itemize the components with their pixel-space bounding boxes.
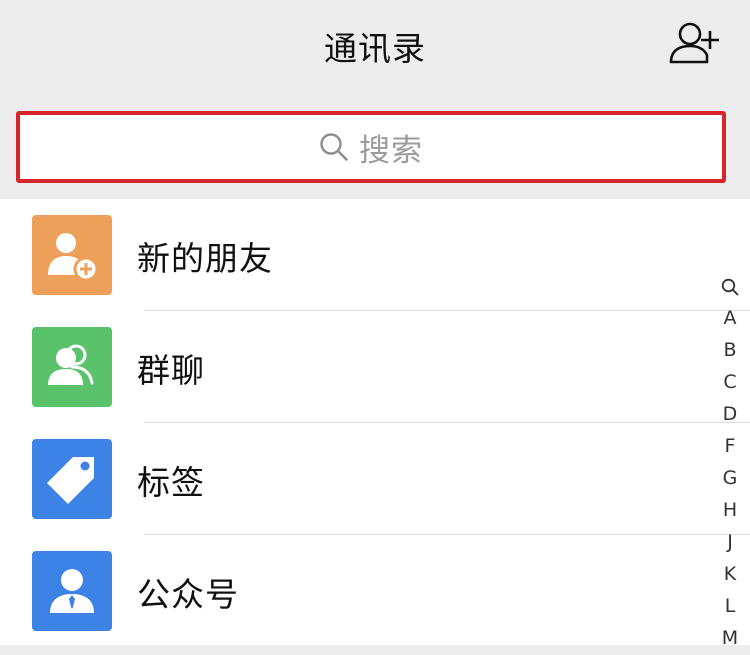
list-item-label: 新的朋友 xyxy=(137,239,273,278)
list-item-official-accounts[interactable]: 公众号 xyxy=(0,535,750,647)
index-letter[interactable]: B xyxy=(712,334,748,366)
index-letter[interactable]: G xyxy=(712,462,748,494)
search-icon xyxy=(721,278,739,295)
alphabet-index-bar[interactable]: A B C D F G H J K L M xyxy=(712,270,748,654)
search-placeholder: 搜索 xyxy=(359,132,423,169)
add-contact-button[interactable] xyxy=(668,20,720,68)
list-item-tags[interactable]: 标签 xyxy=(0,423,750,535)
tag-icon xyxy=(32,439,112,519)
search-bar[interactable]: 搜索 xyxy=(16,111,726,183)
index-letter[interactable]: F xyxy=(712,430,748,462)
list-item-new-friends[interactable]: 新的朋友 xyxy=(0,199,750,311)
group-chat-icon xyxy=(32,327,112,407)
list-item-label: 群聊 xyxy=(137,351,205,390)
list-item-label: 公众号 xyxy=(137,575,239,614)
index-letter[interactable]: A xyxy=(712,302,748,334)
page-title: 通讯录 xyxy=(324,29,426,68)
new-friend-icon xyxy=(32,215,112,295)
list-item-group-chats[interactable]: 群聊 xyxy=(0,311,750,423)
list-item-label: 标签 xyxy=(137,463,205,502)
index-letter[interactable]: H xyxy=(712,494,748,526)
index-letter[interactable]: C xyxy=(712,366,748,398)
add-user-icon xyxy=(669,22,719,64)
index-letter[interactable]: D xyxy=(712,398,748,430)
index-letter[interactable]: K xyxy=(712,558,748,590)
section-gap xyxy=(0,645,750,655)
top-bar: 通讯录 xyxy=(0,0,750,88)
index-letter[interactable]: J xyxy=(712,526,748,558)
index-search[interactable] xyxy=(712,270,748,302)
search-icon xyxy=(320,133,348,161)
index-letter[interactable]: L xyxy=(712,590,748,622)
contacts-function-list: 新的朋友 群聊 标签 公众号 xyxy=(0,199,750,645)
official-account-icon xyxy=(32,551,112,631)
